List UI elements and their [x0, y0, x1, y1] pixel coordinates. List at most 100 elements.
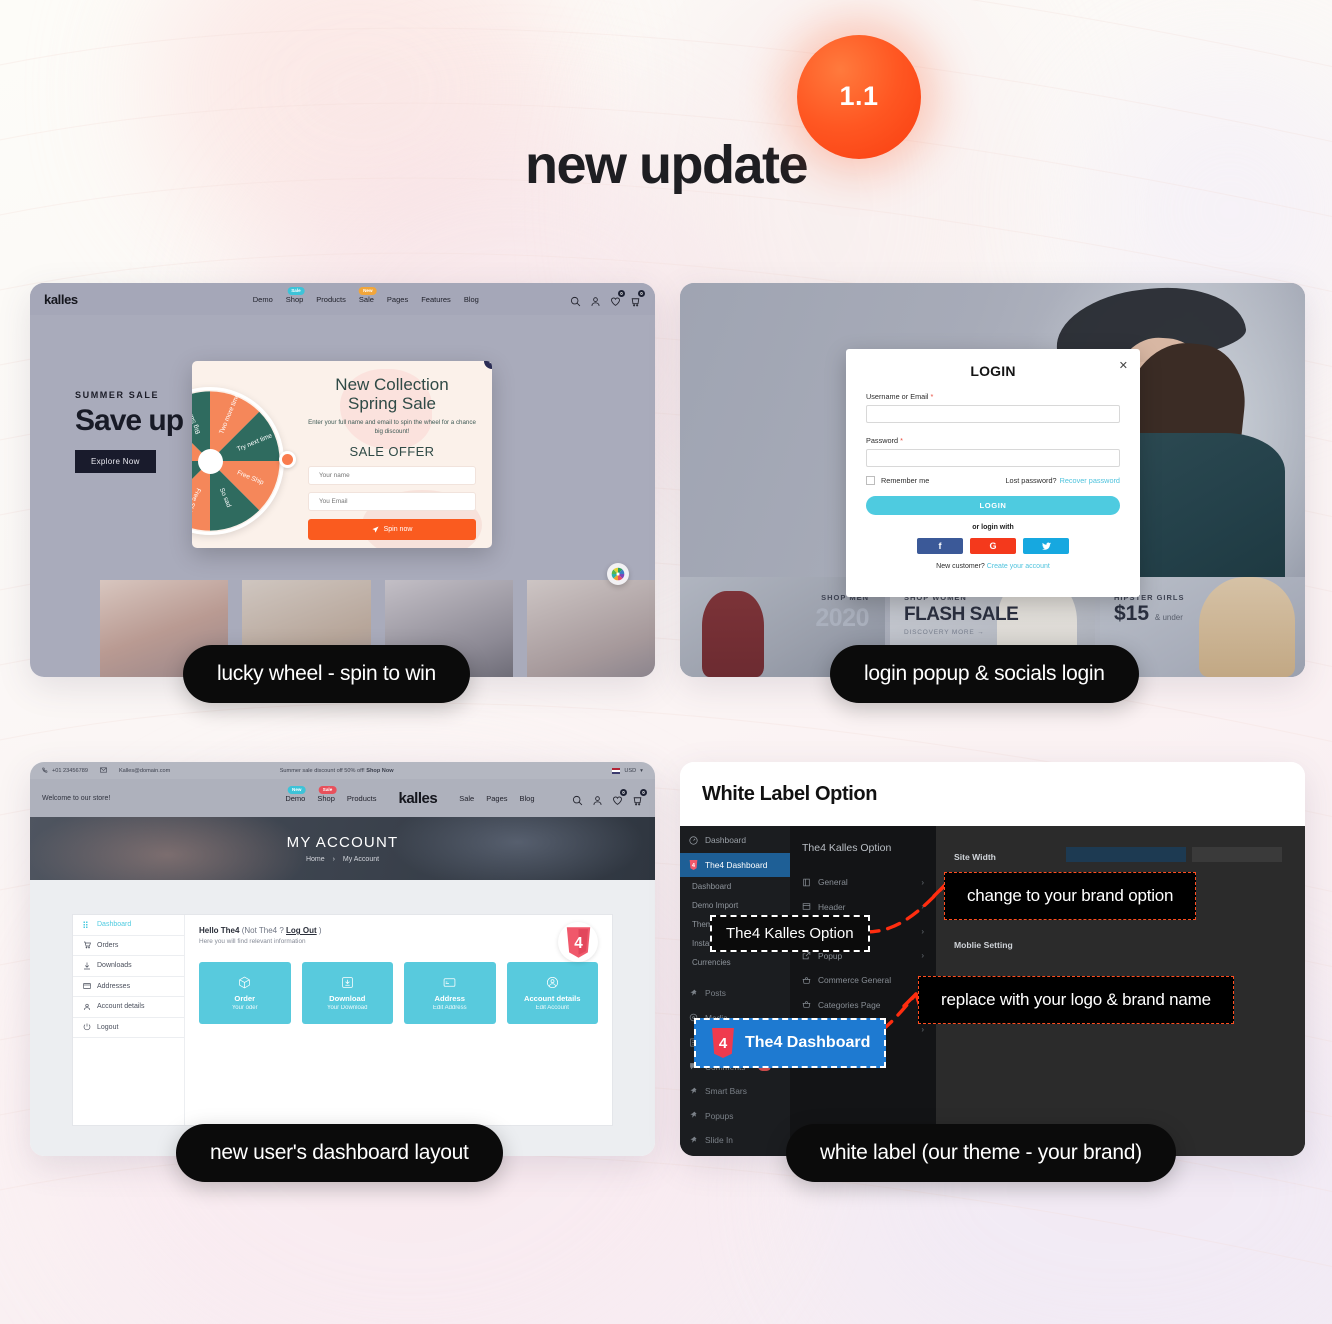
lucky-wheel[interactable]: Two more time Try next time Free Ship So sa…	[192, 361, 304, 548]
login-storefront: SHOP MEN 2020 SHOP WOMEN FLASH SALE DISC…	[680, 283, 1305, 677]
lucky-wheel-fab-icon[interactable]	[607, 563, 629, 585]
breadcrumb-home[interactable]: Home	[306, 856, 325, 863]
sidebar-subitem-dashboard[interactable]: Dashboard	[680, 877, 790, 896]
nav-item-shop[interactable]: Sale Shop	[317, 785, 337, 803]
nav-item-demo[interactable]: Demo	[253, 295, 273, 304]
user-icon	[83, 1003, 91, 1010]
explore-now-button[interactable]: Explore Now	[75, 450, 156, 473]
pin-icon	[690, 1087, 697, 1094]
topbar-promo-cta[interactable]: Shop Now	[366, 768, 393, 774]
nav-item-pages[interactable]: Pages	[387, 295, 408, 304]
nav-item-products[interactable]: Products	[316, 295, 346, 304]
sidebar-subitem-demo-import[interactable]: Demo Import	[680, 896, 790, 915]
sidebar-item-the4-dashboard[interactable]: 4 The4 Dashboard	[680, 852, 790, 877]
login-button[interactable]: LOGIN	[866, 496, 1120, 515]
popup-title-line2: Spring Sale	[348, 394, 436, 414]
popup-subtitle: Enter your full name and email to spin t…	[308, 419, 476, 436]
wheel-segment-label: Two more time	[218, 393, 241, 435]
breadcrumb: Home › My Account	[306, 856, 379, 863]
panel-lucky-wheel: kalles Demo Sale Shop Products New Sale Pa…	[30, 283, 655, 677]
nav-item-blog[interactable]: Blog	[464, 295, 479, 304]
phone-icon	[42, 767, 48, 775]
sidebar-item-smart-bars[interactable]: Smart Bars	[680, 1079, 790, 1104]
popup-title-line1: New Collection	[335, 375, 449, 394]
logout-link[interactable]: Log Out	[286, 926, 317, 935]
sidebar-item-downloads[interactable]: Downloads	[73, 956, 184, 977]
account-icon[interactable]	[590, 294, 601, 306]
nav-item-sale[interactable]: Sale	[459, 794, 474, 803]
options-panel-title: The4 Kalles Option	[802, 842, 892, 854]
sidebar-item-posts[interactable]: Posts	[680, 981, 790, 1006]
cart-count: 0	[638, 289, 645, 297]
cart-icon[interactable]: 0	[632, 788, 647, 805]
password-input[interactable]	[866, 449, 1120, 467]
sidebar-item-account-details[interactable]: Account details	[73, 997, 184, 1018]
facebook-icon[interactable]: f	[917, 538, 963, 554]
nav-badge-sale: Sale	[287, 286, 305, 295]
create-account-link[interactable]: Create your account	[987, 563, 1050, 570]
account-icon[interactable]	[592, 793, 603, 805]
wheel-segment-label: Big Sale	[192, 410, 202, 435]
sidebar-subitem-currencies[interactable]: Currencies	[680, 953, 790, 972]
kalles-storefront: kalles Demo Sale Shop Products New Sale Pa…	[30, 283, 655, 677]
white-label-title: White Label Option	[702, 782, 878, 805]
wheel-segment-label: Try next time	[236, 432, 274, 453]
search-icon[interactable]	[570, 294, 581, 306]
search-icon[interactable]	[572, 793, 583, 805]
name-input[interactable]	[308, 466, 476, 486]
chevron-right-icon: ›	[332, 856, 335, 863]
google-icon[interactable]: G	[970, 538, 1016, 554]
card-address[interactable]: Address Edit Address	[404, 962, 496, 1024]
nav-item-demo[interactable]: New Demo	[285, 785, 306, 803]
mail-icon	[100, 767, 107, 775]
site-width-unit[interactable]	[1192, 847, 1282, 862]
nav-item-pages[interactable]: Pages	[486, 794, 507, 803]
close-icon[interactable]: ✕	[1119, 361, 1128, 372]
recover-password-link[interactable]: Recover password	[1060, 476, 1120, 485]
sidebar-item-orders[interactable]: Orders	[73, 936, 184, 956]
popup-offer-label: SALE OFFER	[349, 444, 435, 460]
required-mark: *	[930, 392, 934, 401]
banner-title: FLASH SALE	[904, 604, 1019, 625]
card-download[interactable]: Download Your Download	[301, 962, 393, 1024]
email-input[interactable]	[308, 492, 476, 512]
cart-icon[interactable]: 0	[630, 289, 645, 306]
currency-switcher[interactable]: USD ▾	[612, 767, 643, 774]
sidebar-item-dashboard[interactable]: Dashboard	[73, 915, 184, 936]
pin-icon	[690, 1111, 697, 1118]
nav-item-features[interactable]: Features	[421, 295, 451, 304]
sidebar-item-addresses[interactable]: Addresses	[73, 977, 184, 997]
banner-model	[702, 591, 764, 677]
greeting-subtitle: Here you will find relevant information	[199, 938, 306, 945]
nav-item-shop[interactable]: Sale Shop	[286, 286, 305, 304]
nav-item-products[interactable]: Products	[347, 794, 377, 803]
wishlist-icon[interactable]: 0	[610, 289, 625, 306]
card-account-details[interactable]: Account details Edit Account	[506, 962, 598, 1024]
nav-item-sale[interactable]: New Sale	[359, 286, 377, 304]
cart-count: 0	[640, 788, 647, 796]
page-headline: new update 1.1	[0, 34, 1332, 246]
sidebar-item-slide-in[interactable]: Slide In	[680, 1128, 790, 1153]
spin-now-button[interactable]: Spin now	[308, 519, 476, 541]
caption-user-dashboard: new user's dashboard layout	[176, 1124, 503, 1182]
site-logo[interactable]: kalles	[399, 790, 438, 807]
greeting-hello: Hello The4	[199, 926, 240, 935]
nav-item-blog[interactable]: Blog	[520, 794, 535, 803]
twitter-icon[interactable]	[1023, 538, 1069, 554]
username-input[interactable]	[866, 405, 1120, 423]
banner-cta[interactable]: DISCOVERY MORE →	[904, 629, 1018, 636]
popup-form: New Collection Spring Sale Enter your fu…	[304, 361, 492, 548]
sidebar-item-dashboard[interactable]: Dashboard	[680, 828, 790, 853]
remember-me-checkbox[interactable]	[866, 476, 875, 485]
topbar-email[interactable]: Kalles@domain.com	[119, 768, 170, 774]
sidebar-item-popups[interactable]: Popups	[680, 1104, 790, 1129]
site-width-input[interactable]	[1066, 847, 1186, 862]
caption-lucky-wheel: lucky wheel - spin to win	[183, 645, 470, 703]
social-login-row: f G	[866, 538, 1120, 554]
site-logo[interactable]: kalles	[44, 292, 78, 307]
card-order[interactable]: Order Your oder	[199, 962, 291, 1024]
product-thumb[interactable]	[526, 580, 655, 677]
wishlist-icon[interactable]: 0	[612, 788, 627, 805]
the4-mark-icon: 4	[689, 859, 698, 870]
sidebar-item-logout[interactable]: Logout	[73, 1018, 184, 1038]
